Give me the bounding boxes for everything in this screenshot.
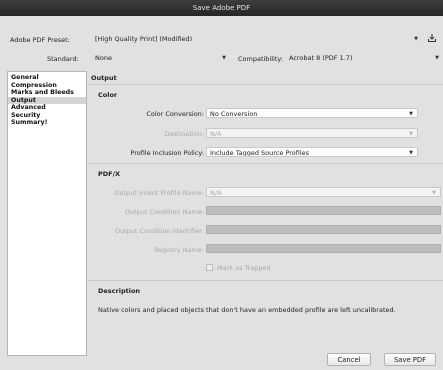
profile-inclusion-select[interactable]: Include Tagged Source Profiles ▼ — [206, 147, 418, 157]
sidebar-item-advanced[interactable]: Advanced — [8, 104, 86, 112]
sidebar-item-summary[interactable]: Summary! — [8, 119, 86, 127]
mark-trapped-checkbox[interactable] — [206, 264, 213, 271]
compatibility-value: Acrobat 8 (PDF 1.7) — [289, 54, 353, 62]
condition-name-field[interactable] — [206, 206, 441, 215]
preset-label: Adobe PDF Preset: — [10, 36, 70, 44]
chevron-down-icon: ▼ — [222, 55, 226, 61]
compatibility-label: Compatibility: — [238, 55, 283, 63]
profile-inclusion-label: Profile Inclusion Policy: — [130, 149, 204, 157]
destination-value: N/A — [210, 130, 222, 138]
divider — [88, 280, 443, 281]
chevron-down-icon: ▼ — [435, 55, 439, 61]
color-conversion-select[interactable]: No Conversion ▼ — [206, 108, 418, 118]
window-title: Save Adobe PDF — [192, 4, 251, 12]
registry-name-label: Registry Name: — [153, 246, 204, 254]
category-sidebar: General Compression Marks and Bleeds Out… — [7, 71, 87, 356]
window-titlebar: Save Adobe PDF — [0, 0, 443, 16]
chevron-down-icon: ▼ — [432, 190, 436, 196]
standard-value: None — [95, 54, 112, 62]
divider — [88, 84, 443, 85]
output-intent-value: N/A — [210, 189, 222, 197]
description-text: Native colors and placed objects that do… — [98, 306, 396, 314]
sidebar-item-general[interactable]: General — [8, 74, 86, 82]
output-intent-label: Output Intent Profile Name: — [114, 189, 204, 197]
chevron-down-icon: ▼ — [409, 111, 413, 117]
sidebar-item-output[interactable]: Output — [8, 96, 86, 104]
color-conversion-value: No Conversion — [210, 110, 258, 118]
mark-trapped-label: Mark as Trapped — [217, 264, 271, 272]
registry-name-field[interactable] — [206, 244, 441, 253]
output-panel: Output Color Color Conversion: No Conver… — [88, 71, 443, 356]
pdfx-heading: PDF/X — [98, 170, 120, 178]
cancel-button[interactable]: Cancel — [327, 353, 371, 366]
preset-select[interactable]: [High Quality Print] (Modified) ▼ — [92, 34, 422, 44]
save-pdf-dialog: Adobe PDF Preset: [High Quality Print] (… — [0, 16, 443, 370]
chevron-down-icon: ▼ — [409, 150, 413, 156]
chevron-down-icon: ▼ — [414, 36, 418, 42]
condition-identifier-label: Output Condition Identifier: — [114, 227, 204, 235]
color-heading: Color — [98, 91, 118, 99]
color-conversion-label: Color Conversion: — [146, 110, 204, 118]
destination-label: Destination: — [164, 130, 205, 138]
sidebar-item-compression[interactable]: Compression — [8, 82, 86, 90]
chevron-down-icon: ▼ — [409, 131, 413, 137]
standard-label: Standard: — [47, 55, 79, 63]
compatibility-select[interactable]: Acrobat 8 (PDF 1.7) ▼ — [286, 53, 443, 63]
preset-value: [High Quality Print] (Modified) — [95, 35, 193, 43]
save-preset-icon[interactable] — [428, 34, 436, 42]
save-pdf-button[interactable]: Save PDF — [384, 353, 436, 366]
divider — [88, 163, 443, 164]
condition-identifier-field[interactable] — [206, 225, 441, 234]
description-heading: Description — [98, 287, 141, 295]
sidebar-item-security[interactable]: Security — [8, 112, 86, 120]
panel-title: Output — [91, 74, 117, 82]
destination-select[interactable]: N/A ▼ — [206, 128, 418, 138]
profile-inclusion-value: Include Tagged Source Profiles — [210, 149, 310, 157]
sidebar-item-marks-and-bleeds[interactable]: Marks and Bleeds — [8, 89, 86, 97]
standard-select[interactable]: None ▼ — [92, 53, 230, 63]
condition-name-label: Output Condition Name: — [124, 208, 204, 216]
output-intent-select[interactable]: N/A ▼ — [206, 187, 441, 197]
